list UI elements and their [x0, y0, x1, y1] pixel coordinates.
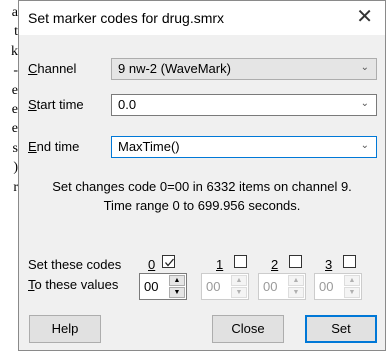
end-time-value: MaxTime()	[118, 139, 180, 154]
code-number-3: 3	[325, 257, 333, 272]
triangle-up-icon[interactable]: ▲	[344, 275, 360, 286]
code-0-value: 00	[144, 279, 159, 294]
code-3-checkbox[interactable]	[343, 255, 356, 268]
bg-char: e	[11, 121, 18, 137]
code-2-checkbox[interactable]	[289, 255, 302, 268]
info-line-1: Set changes code 0=00 in 6332 items on c…	[52, 179, 352, 194]
dialog-titlebar: Set marker codes for drug.smrx ✕	[19, 1, 385, 35]
triangle-up-icon[interactable]: ▲	[288, 275, 304, 286]
spinner-buttons: ▲ ▼	[288, 275, 304, 298]
bg-char: )	[13, 160, 18, 176]
channel-label: Channel	[28, 61, 77, 76]
bg-char: t	[14, 24, 18, 40]
check-icon	[165, 258, 174, 267]
to-values-label: To these values	[28, 277, 119, 292]
start-time-label: Start time	[28, 97, 84, 112]
code-3-value: 00	[319, 279, 334, 294]
dialog-title: Set marker codes for drug.smrx	[28, 10, 225, 26]
triangle-up-icon[interactable]: ▲	[169, 275, 185, 286]
channel-value: 9 nw-2 (WaveMark)	[118, 61, 231, 76]
bg-char: a	[11, 5, 18, 20]
bg-char: k	[11, 43, 18, 59]
channel-dropdown[interactable]: 9 nw-2 (WaveMark) ⌄	[111, 58, 377, 80]
code-3-value-spinner[interactable]: 00 ▲ ▼	[314, 273, 362, 300]
code-1-checkbox[interactable]	[234, 255, 247, 268]
spinner-buttons: ▲ ▼	[344, 275, 360, 298]
spinner-buttons: ▲ ▼	[231, 275, 247, 298]
set-button[interactable]: Set	[305, 315, 377, 343]
code-2-value: 00	[263, 279, 278, 294]
set-marker-codes-dialog: Set marker codes for drug.smrx ✕ Channel…	[18, 0, 386, 351]
end-time-combobox[interactable]: MaxTime() ⌄	[111, 136, 377, 158]
close-icon[interactable]: ✕	[356, 5, 373, 29]
set-codes-label: Set these codes	[28, 257, 122, 272]
triangle-down-icon[interactable]: ▼	[344, 287, 360, 298]
spinner-buttons: ▲ ▼	[169, 275, 185, 298]
triangle-down-icon[interactable]: ▼	[231, 287, 247, 298]
code-number-0: 0	[148, 257, 156, 272]
bg-char: s	[12, 140, 18, 156]
background-document-text: a t k - e e e s ) r	[0, 0, 18, 356]
end-time-label: End time	[28, 139, 80, 154]
chevron-down-icon: ⌄	[360, 140, 369, 151]
start-time-combobox[interactable]: 0.0 ⌄	[111, 94, 377, 116]
bg-char: e	[11, 102, 18, 118]
chevron-down-icon: ⌄	[360, 98, 369, 109]
bg-char: r	[13, 179, 18, 195]
info-line-2: Time range 0 to 699.956 seconds.	[103, 198, 301, 213]
bg-char: e	[11, 82, 18, 98]
code-0-value-spinner[interactable]: 00 ▲ ▼	[139, 273, 187, 300]
close-button[interactable]: Close	[212, 315, 284, 343]
triangle-down-icon[interactable]: ▼	[169, 287, 185, 298]
help-button[interactable]: Help	[29, 315, 101, 343]
triangle-up-icon[interactable]: ▲	[231, 275, 247, 286]
code-number-2: 2	[271, 257, 279, 272]
chevron-down-icon: ⌄	[360, 62, 369, 73]
start-time-value: 0.0	[118, 97, 137, 112]
code-1-value-spinner[interactable]: 00 ▲ ▼	[201, 273, 249, 300]
code-2-value-spinner[interactable]: 00 ▲ ▼	[258, 273, 306, 300]
code-1-value: 00	[206, 279, 221, 294]
code-0-checkbox[interactable]	[162, 255, 175, 268]
triangle-down-icon[interactable]: ▼	[288, 287, 304, 298]
code-number-1: 1	[216, 257, 224, 272]
bg-char: -	[13, 63, 18, 79]
